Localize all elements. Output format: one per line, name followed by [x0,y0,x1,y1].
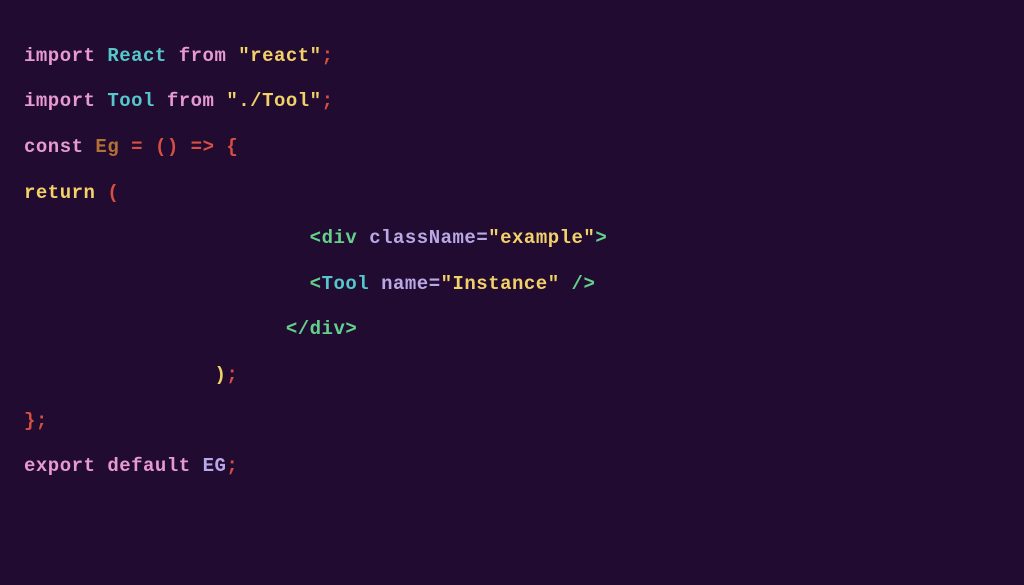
code-line-15: ); [24,364,238,386]
semicolon: ; [36,410,48,432]
code-line-7: return ( [24,182,119,204]
paren-close: ) [214,364,226,386]
code-line-3: import Tool from "./Tool"; [24,90,333,112]
semicolon: ; [226,364,238,386]
code-line-17: }; [24,410,48,432]
string-react: "react" [238,45,321,67]
angle-close: > [595,227,607,249]
keyword-import: import [24,45,95,67]
code-snippet: import React from "react"; import Tool f… [0,0,1024,500]
keyword-import: import [24,90,95,112]
string-instance: "Instance" [441,273,560,295]
semicolon: ; [226,455,238,477]
keyword-return: return [24,182,95,204]
code-line-19: export default EG; [24,455,238,477]
slash: / [572,273,584,295]
const-name-eg: Eg [95,136,119,158]
identifier-react: React [107,45,167,67]
code-line-1: import React from "react"; [24,45,334,67]
brace-close: } [24,410,36,432]
attr-eq: = [429,273,441,295]
keyword-export: export [24,455,95,477]
identifier-tool: Tool [107,90,155,112]
angle-open: < [310,227,322,249]
keyword-const: const [24,136,84,158]
attr-name: name [381,273,429,295]
tag-div: div [310,318,346,340]
tag-div: div [322,227,358,249]
angle-open: < [310,273,322,295]
equals: = [131,136,143,158]
semicolon: ; [322,45,334,67]
attr-classname: className [369,227,476,249]
attr-eq: = [476,227,488,249]
keyword-from: from [167,90,215,112]
component-tool: Tool [322,273,370,295]
code-line-5: const Eg = () => { [24,136,238,158]
slash: / [298,318,310,340]
code-line-11: <Tool name="Instance" /> [24,273,595,295]
semicolon: ; [322,90,334,112]
code-line-13: </div> [24,318,357,340]
parens: () [155,136,179,158]
string-example: "example" [488,227,595,249]
keyword-default: default [107,455,190,477]
identifier-eg: EG [203,455,227,477]
angle-close: > [583,273,595,295]
paren-open: ( [107,182,119,204]
keyword-from: from [179,45,227,67]
string-tool-path: "./Tool" [226,90,321,112]
code-line-9: <div className="example"> [24,227,607,249]
angle-close: > [345,318,357,340]
arrow: => [191,136,215,158]
brace-open: { [226,136,238,158]
angle-open: < [286,318,298,340]
